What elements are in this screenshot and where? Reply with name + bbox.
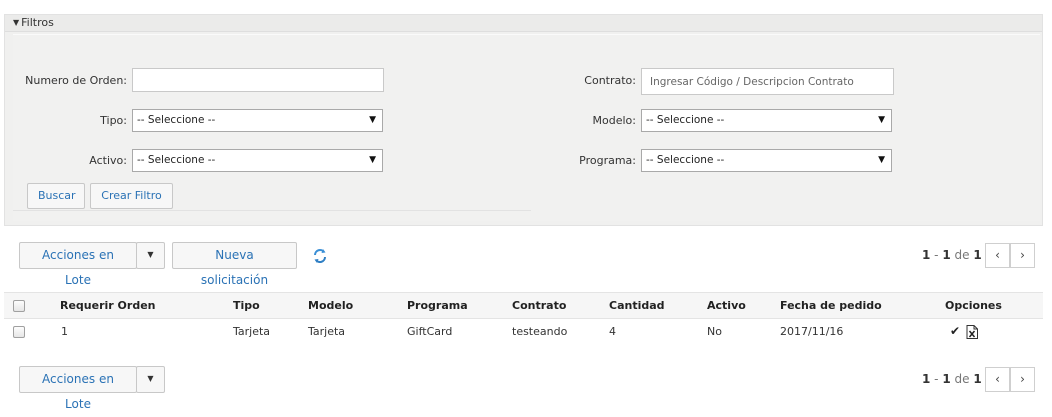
form-divider [13,210,531,211]
pager-total: 1 [973,248,982,262]
dropdown-arrow-icon: ▼ [878,115,885,125]
caret-down-icon: ▼ [147,374,154,383]
tipo-select-value: -- Seleccione -- [137,114,216,126]
modelo-label: Modelo: [592,114,636,127]
pager-end: 1 [942,372,951,386]
pager-of: de [950,248,974,262]
cell-tipo: Tarjeta [233,325,271,338]
programa-select[interactable]: -- Seleccione -- ▼ [641,149,892,172]
contrato-label: Contrato: [584,74,636,87]
cell-programa: GiftCard [407,325,453,338]
cell-modelo: Tarjeta [308,325,346,338]
acciones-lote-button[interactable]: Acciones en Lote [19,242,137,287]
col-programa[interactable]: Programa [407,299,468,312]
next-page-button-bottom[interactable]: › [1010,367,1035,392]
filter-panel: ▼ Filtros Numero de Orden: Tipo: -- Selec… [4,14,1043,226]
dropdown-arrow-icon: ▼ [369,115,376,125]
table-header-row: Requerir Orden Tipo Modelo Programa Cont… [4,292,1043,319]
col-modelo[interactable]: Modelo [308,299,353,312]
pager-total: 1 [973,372,982,386]
cell-requerir-orden[interactable]: 1 [61,325,68,338]
filter-form: Numero de Orden: Tipo: -- Seleccione -- … [13,34,1040,221]
order-number-input[interactable] [132,68,384,92]
pager-sep: - [930,248,943,262]
chevron-left-icon: ‹ [995,248,1000,262]
programa-label: Programa: [579,154,636,167]
col-contrato[interactable]: Contrato [512,299,566,312]
caret-down-icon: ▼ [147,250,154,259]
pager-of: de [950,372,974,386]
acciones-lote-button-bottom[interactable]: Acciones en Lote [19,366,137,411]
filter-panel-title: Filtros [21,16,54,29]
col-tipo[interactable]: Tipo [233,299,260,312]
col-cantidad[interactable]: Cantidad [609,299,665,312]
order-number-label: Numero de Orden: [25,74,127,87]
activo-select[interactable]: -- Seleccione -- ▼ [132,149,383,172]
chevron-right-icon: › [1020,372,1025,386]
table-row: 1 Tarjeta Tarjeta GiftCard testeando 4 N… [4,319,1043,345]
col-fecha-pedido[interactable]: Fecha de pedido [780,299,882,312]
excel-export-icon[interactable] [966,325,978,339]
pager-sep: - [930,372,943,386]
acciones-lote-dropdown-bottom[interactable]: ▼ [136,366,165,393]
orders-table: Requerir Orden Tipo Modelo Programa Cont… [4,292,1043,345]
check-icon[interactable]: ✔ [950,324,960,338]
tipo-label: Tipo: [100,114,127,127]
activo-select-value: -- Seleccione -- [137,154,216,166]
next-page-button[interactable]: › [1010,243,1035,268]
crear-filtro-button[interactable]: Crear Filtro [90,183,173,209]
activo-label: Activo: [89,154,127,167]
modelo-select-value: -- Seleccione -- [646,114,725,126]
col-requerir-orden[interactable]: Requerir Orden [60,299,156,312]
nueva-solicitacion-button[interactable]: Nueva solicitación [172,242,297,287]
filter-panel-header[interactable]: ▼ Filtros [5,15,1042,32]
prev-page-button[interactable]: ‹ [985,243,1010,268]
programa-select-value: -- Seleccione -- [646,154,725,166]
refresh-icon[interactable] [312,248,328,264]
col-opciones: Opciones [945,299,1002,312]
row-checkbox[interactable] [13,326,25,338]
select-all-checkbox[interactable] [13,300,25,312]
dropdown-arrow-icon: ▼ [878,155,885,165]
acciones-lote-dropdown[interactable]: ▼ [136,242,165,269]
dropdown-arrow-icon: ▼ [369,155,376,165]
cell-contrato: testeando [512,325,568,338]
pager-end: 1 [942,248,951,262]
cell-activo: No [707,325,722,338]
cell-cantidad: 4 [609,325,616,338]
chevron-right-icon: › [1020,248,1025,262]
caret-down-icon: ▼ [13,18,20,27]
col-activo[interactable]: Activo [707,299,746,312]
chevron-left-icon: ‹ [995,372,1000,386]
pager-top-info: 1 - 1 de 1 [922,248,982,262]
prev-page-button-bottom[interactable]: ‹ [985,367,1010,392]
contrato-input[interactable] [641,68,894,95]
pager-bottom-info: 1 - 1 de 1 [922,372,982,386]
buscar-button[interactable]: Buscar [27,183,85,209]
modelo-select[interactable]: -- Seleccione -- ▼ [641,109,892,132]
tipo-select[interactable]: -- Seleccione -- ▼ [132,109,383,132]
cell-fecha-pedido: 2017/11/16 [780,325,844,338]
